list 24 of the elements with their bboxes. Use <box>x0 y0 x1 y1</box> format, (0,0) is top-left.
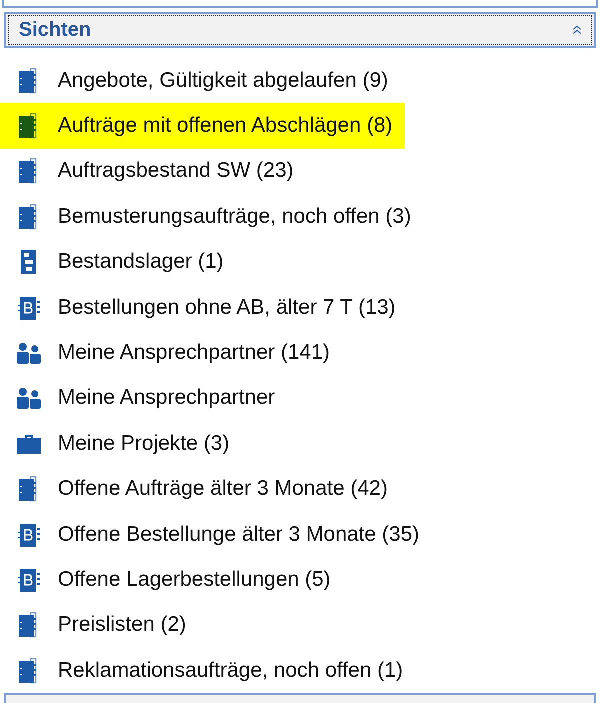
view-item[interactable]: Bestandslager (1) <box>0 240 236 285</box>
view-item[interactable]: Meine Projekte (3) <box>0 421 242 467</box>
people-icon <box>16 386 42 410</box>
view-item[interactable]: Auftragsbestand SW (23) <box>0 148 306 194</box>
panel-title: Sichten <box>19 18 92 42</box>
notebook-icon <box>18 294 40 321</box>
view-item[interactable]: Offene Aufträge älter 3 Monate (42) <box>0 466 400 512</box>
view-item[interactable]: Offene Bestellunge älter 3 Monate (35) <box>0 512 432 558</box>
view-item[interactable]: Preislisten (2) <box>0 602 198 648</box>
panel-header[interactable] <box>4 693 596 703</box>
people-icon <box>16 341 42 366</box>
view-item[interactable]: Meine Ansprechpartner <box>0 376 288 422</box>
view-item[interactable]: Aufträge mit offenen Abschlägen (8) <box>0 103 405 149</box>
view-item[interactable]: Bestellungen ohne AB, älter 7 T (13) <box>0 284 408 330</box>
view-item[interactable]: Reklamationsaufträge, noch offen (1) <box>0 648 416 694</box>
briefcase-icon <box>16 432 42 455</box>
panel-header[interactable]: Sichten » <box>4 12 596 48</box>
view-item[interactable]: Meine Ansprechpartner (141) <box>0 330 342 376</box>
view-item[interactable]: Offene Lagerbestellungen (5) <box>0 557 343 603</box>
view-item[interactable]: Bemusterungsaufträge, noch offen (3) <box>0 194 424 240</box>
collapse-icon[interactable]: » <box>567 25 585 35</box>
notebook-icon <box>18 566 40 593</box>
notebook-icon <box>18 522 40 548</box>
view-item[interactable]: Angebote, Gültigkeit abgelaufen (9) <box>0 58 400 104</box>
